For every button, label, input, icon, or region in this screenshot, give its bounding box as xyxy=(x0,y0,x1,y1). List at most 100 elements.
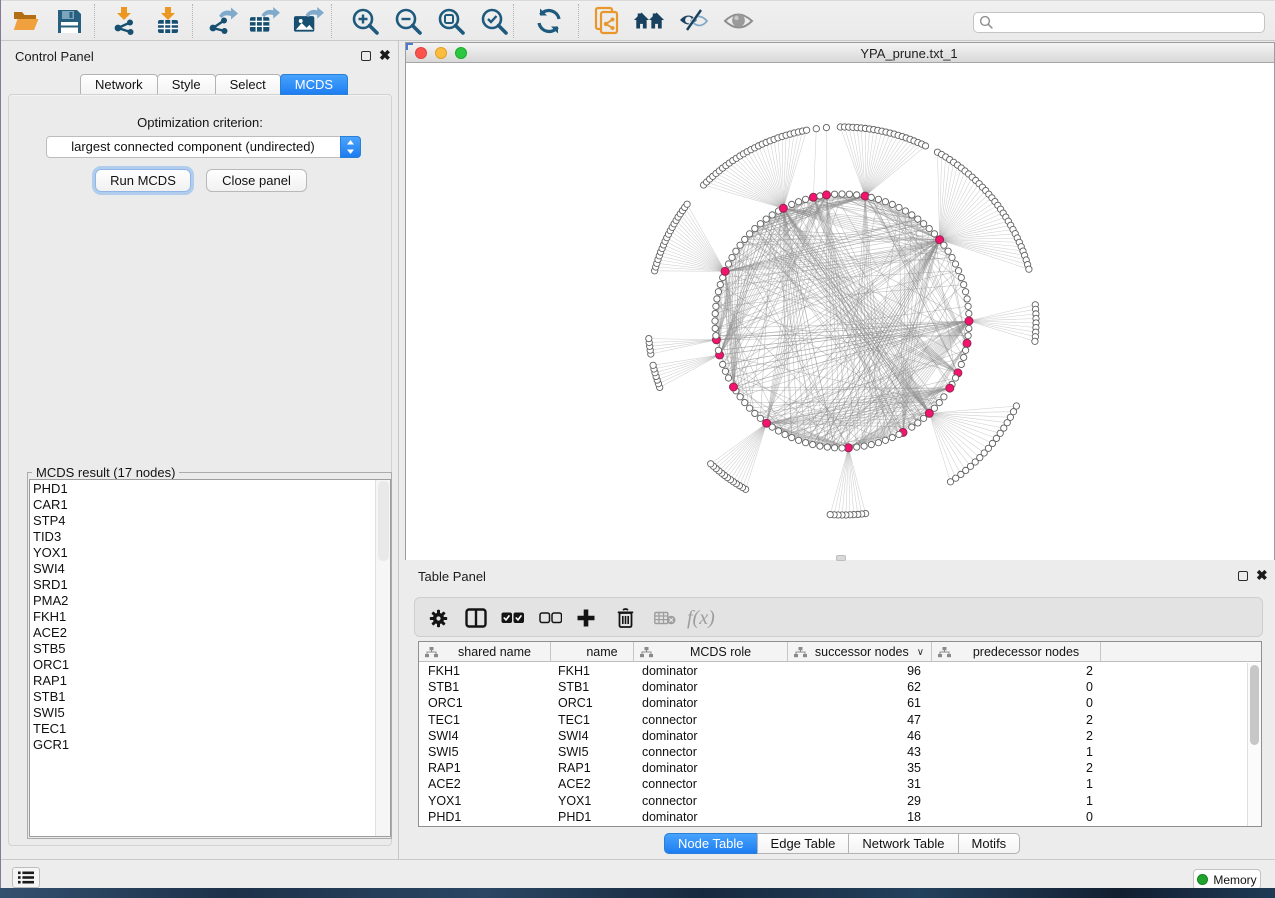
select-all-columns-button[interactable] xyxy=(501,605,524,631)
mcds-result-item[interactable]: CAR1 xyxy=(30,497,390,513)
table-row[interactable]: SWI5SWI5connector431 xyxy=(419,744,1261,760)
hide-panel-button[interactable] xyxy=(678,5,710,37)
cell-predecessor-nodes: 1 xyxy=(932,793,1101,809)
tab-style[interactable]: Style xyxy=(157,74,216,95)
minimize-window-button[interactable] xyxy=(435,47,447,59)
zoom-out-button[interactable] xyxy=(392,5,424,37)
mcds-result-item[interactable]: STB1 xyxy=(30,689,390,705)
zoom-in-button[interactable] xyxy=(349,5,381,37)
mcds-result-item[interactable]: FKH1 xyxy=(30,609,390,625)
cell-predecessor-nodes: 0 xyxy=(932,679,1101,695)
mcds-result-item[interactable]: ORC1 xyxy=(30,657,390,673)
tab-motifs[interactable]: Motifs xyxy=(958,833,1021,854)
mcds-result-item[interactable]: STB5 xyxy=(30,641,390,657)
column-header-name[interactable]: name xyxy=(551,642,634,662)
close-panel-icon[interactable]: ✖ xyxy=(379,50,391,60)
table-row[interactable]: ORC1ORC1dominator610 xyxy=(419,695,1261,711)
open-folder-icon xyxy=(12,8,40,34)
splitter-grip[interactable] xyxy=(836,555,846,561)
memory-label: Memory xyxy=(1213,873,1256,887)
show-panel-button[interactable] xyxy=(722,5,754,37)
show-column-panel-button[interactable] xyxy=(465,605,487,631)
run-mcds-button[interactable]: Run MCDS xyxy=(95,169,191,192)
close-window-button[interactable] xyxy=(415,47,427,59)
float-panel-icon[interactable] xyxy=(1238,571,1248,581)
show-log-button[interactable] xyxy=(12,867,40,888)
table-row[interactable]: YOX1YOX1connector291 xyxy=(419,793,1261,809)
plus-icon xyxy=(576,608,596,628)
mcds-result-item[interactable]: PMA2 xyxy=(30,593,390,609)
tab-network-table[interactable]: Network Table xyxy=(848,833,958,854)
create-column-button[interactable] xyxy=(576,605,596,631)
network-titlebar[interactable]: YPA_prune.txt_1 xyxy=(406,43,1274,63)
column-header-label: MCDS role xyxy=(690,645,751,659)
criterion-dropdown[interactable]: largest connected component (undirected) xyxy=(46,136,361,158)
table-row[interactable]: PHD1PHD1dominator180 xyxy=(419,809,1261,825)
table-scrollbar[interactable] xyxy=(1247,663,1261,827)
clone-network-button[interactable] xyxy=(592,5,624,37)
mcds-result-item[interactable]: SWI4 xyxy=(30,561,390,577)
mcds-result-list[interactable]: PHD1CAR1STP4TID3YOX1SWI4SRD1PMA2FKH1ACE2… xyxy=(29,479,391,837)
cell-predecessor-nodes: 2 xyxy=(932,728,1101,744)
zoom-fit-button[interactable] xyxy=(435,5,467,37)
export-image-button[interactable] xyxy=(292,5,324,37)
table-row[interactable]: STB1STB1dominator620 xyxy=(419,679,1261,695)
search-input[interactable] xyxy=(973,12,1265,33)
mcds-result-item[interactable]: TID3 xyxy=(30,529,390,545)
column-header-predecessor-nodes[interactable]: predecessor nodes xyxy=(932,642,1101,662)
split-panel-icon xyxy=(465,608,487,628)
clone-network-icon xyxy=(593,6,623,36)
scrollbar-thumb[interactable] xyxy=(378,481,389,561)
maximize-window-button[interactable] xyxy=(455,47,467,59)
scrollbar-thumb[interactable] xyxy=(1250,665,1259,745)
table-row[interactable]: TEC1TEC1connector472 xyxy=(419,712,1261,728)
table-row[interactable]: SWI4SWI4dominator462 xyxy=(419,728,1261,744)
tab-mcds[interactable]: MCDS xyxy=(280,74,348,95)
mcds-result-group: MCDS result (17 nodes) PHD1CAR1STP4TID3Y… xyxy=(27,472,392,839)
tab-node-table[interactable]: Node Table xyxy=(664,833,758,854)
new-window-button[interactable] xyxy=(633,5,665,37)
export-table-button[interactable] xyxy=(248,5,280,37)
table-settings-button[interactable] xyxy=(429,605,448,631)
import-table-button[interactable] xyxy=(152,5,184,37)
mcds-result-item[interactable]: RAP1 xyxy=(30,673,390,689)
control-panel-tabs: Network Style Select MCDS xyxy=(80,74,348,95)
column-header-successor-nodes[interactable]: successor nodes∨ xyxy=(788,642,932,662)
table-row[interactable]: ACE2ACE2connector311 xyxy=(419,776,1261,792)
mcds-result-item[interactable]: PHD1 xyxy=(30,481,390,497)
close-panel-icon[interactable]: ✖ xyxy=(1256,570,1268,580)
memory-button[interactable]: Memory xyxy=(1193,869,1261,890)
save-session-button[interactable] xyxy=(53,5,85,37)
refresh-button[interactable] xyxy=(533,5,565,37)
node-table: shared namename MCDS role successor nodes∨… xyxy=(418,641,1262,827)
float-panel-icon[interactable] xyxy=(361,51,371,61)
import-network-button[interactable] xyxy=(108,5,140,37)
table-row[interactable]: FKH1FKH1dominator962 xyxy=(419,663,1261,679)
cell-mcds-role: dominator xyxy=(634,663,788,679)
mcds-result-item[interactable]: YOX1 xyxy=(30,545,390,561)
unselect-all-columns-button[interactable] xyxy=(539,605,562,631)
window-left-edge xyxy=(0,0,1,888)
tab-select[interactable]: Select xyxy=(215,74,281,95)
tab-network[interactable]: Network xyxy=(80,74,158,95)
column-header-MCDS-role[interactable]: MCDS role xyxy=(634,642,788,662)
column-header-shared-name[interactable]: shared name xyxy=(419,642,551,662)
zoom-selected-button[interactable] xyxy=(478,5,510,37)
mcds-result-item[interactable]: GCR1 xyxy=(30,737,390,753)
table-row[interactable]: RAP1RAP1dominator352 xyxy=(419,760,1261,776)
mcds-result-item[interactable]: ACE2 xyxy=(30,625,390,641)
mcds-result-scrollbar[interactable] xyxy=(375,480,390,836)
mcds-result-item[interactable]: STP4 xyxy=(30,513,390,529)
cell-name: STB1 xyxy=(551,679,634,695)
delete-column-button[interactable] xyxy=(617,605,634,631)
close-panel-button[interactable]: Close panel xyxy=(206,169,307,192)
cell-mcds-role: dominator xyxy=(634,728,788,744)
cell-successor-nodes: 47 xyxy=(788,712,932,728)
mcds-result-item[interactable]: SWI5 xyxy=(30,705,390,721)
open-session-button[interactable] xyxy=(10,5,42,37)
network-canvas[interactable] xyxy=(406,63,1274,560)
export-network-button[interactable] xyxy=(206,5,238,37)
mcds-result-item[interactable]: SRD1 xyxy=(30,577,390,593)
tab-edge-table[interactable]: Edge Table xyxy=(757,833,850,854)
mcds-result-item[interactable]: TEC1 xyxy=(30,721,390,737)
